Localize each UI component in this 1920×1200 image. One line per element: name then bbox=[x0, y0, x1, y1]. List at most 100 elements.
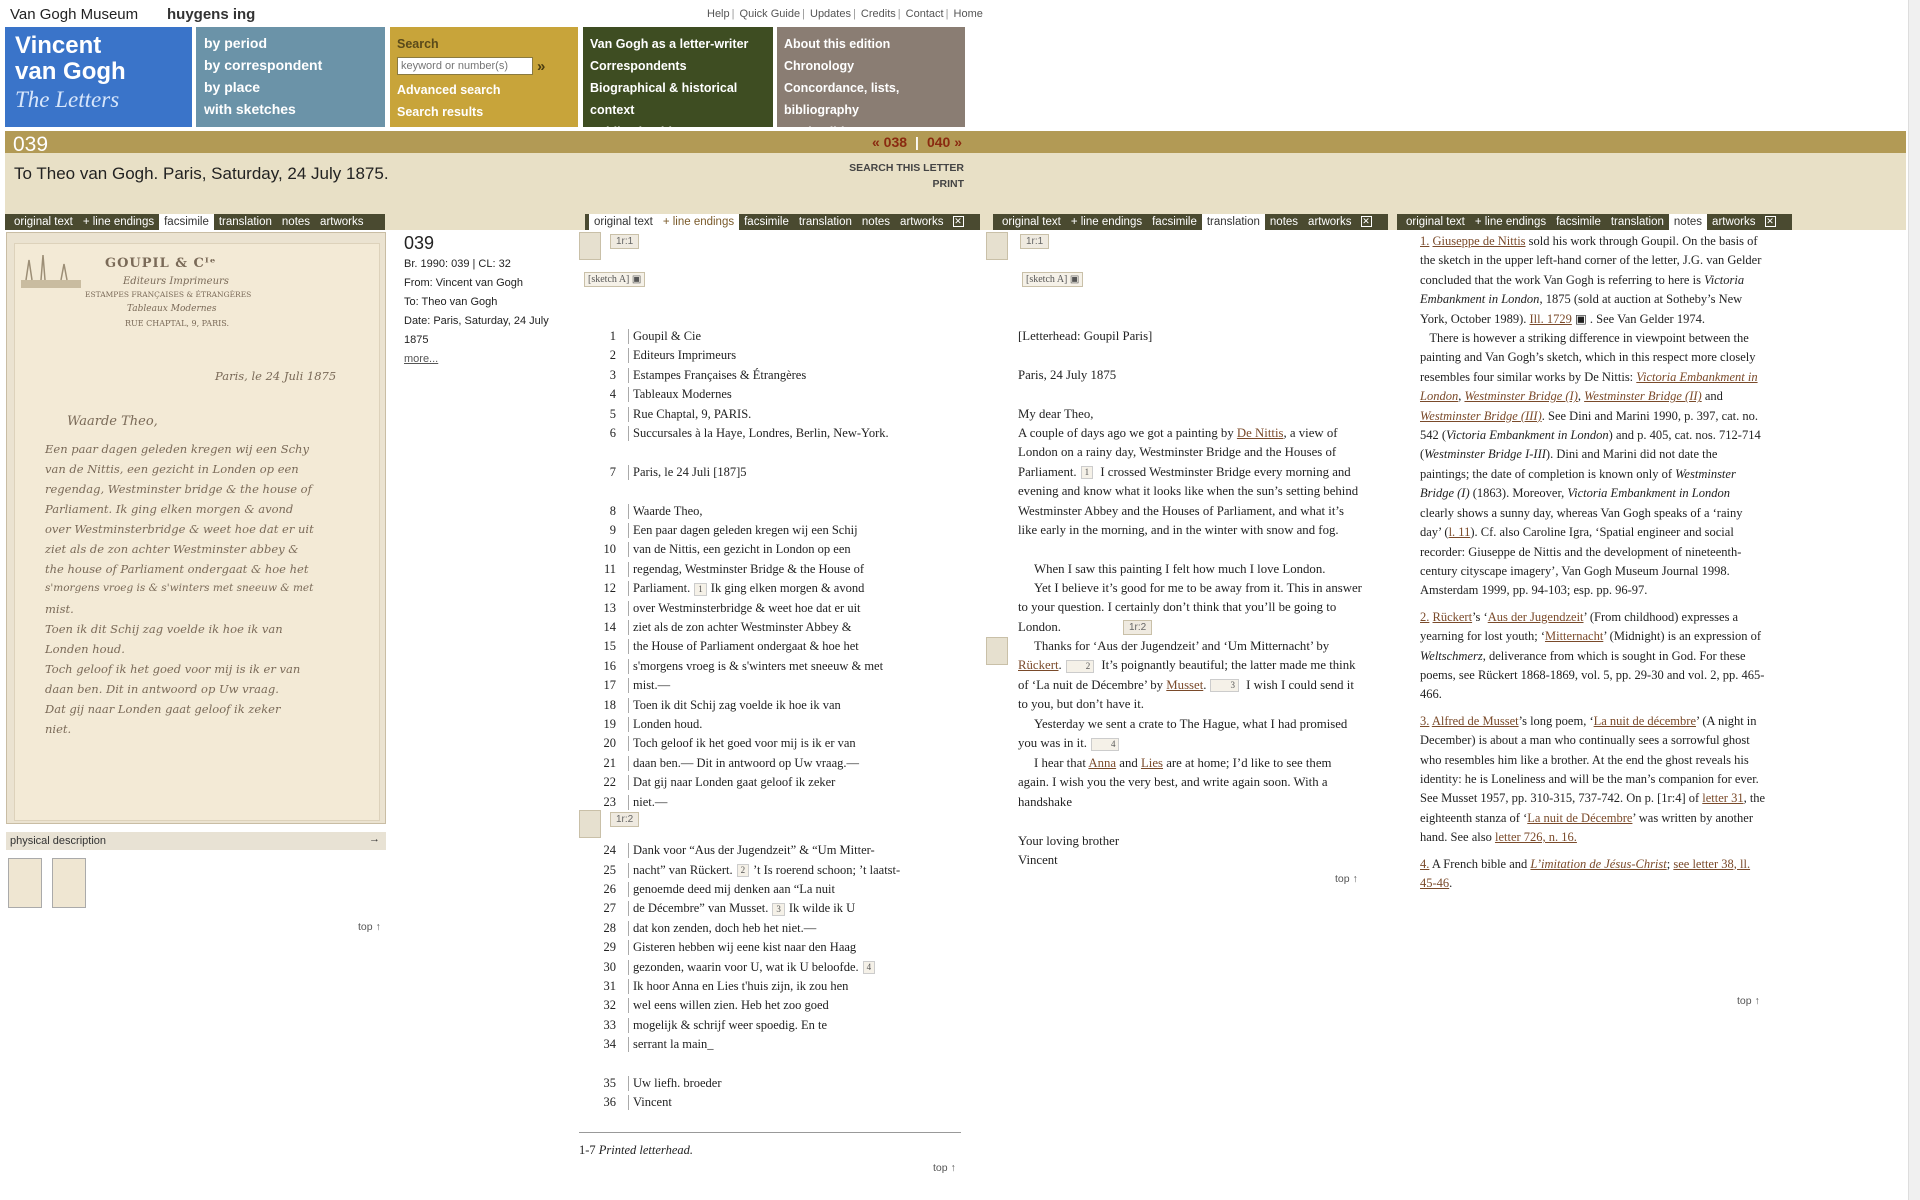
link-updates[interactable]: Updates bbox=[810, 8, 851, 20]
about-chronology[interactable]: Chronology bbox=[784, 55, 958, 77]
tab-original-text[interactable]: original text bbox=[589, 214, 658, 230]
link-lies[interactable]: Lies bbox=[1141, 756, 1163, 770]
search-this-letter-link[interactable]: SEARCH THIS LETTER bbox=[780, 160, 964, 176]
prev-letter-link[interactable]: « 038 bbox=[872, 134, 907, 150]
tabbar-panel-3: original text + line endings facsimile t… bbox=[993, 214, 1388, 230]
vgm-logo[interactable]: Van Gogh Museum bbox=[10, 6, 138, 23]
about-concordance[interactable]: Concordance, lists, bibliography bbox=[784, 77, 958, 121]
tab-line-endings[interactable]: + line endings bbox=[1470, 214, 1551, 230]
link-quick-guide[interactable]: Quick Guide bbox=[740, 8, 801, 20]
close-panel-icon[interactable]: ✕ bbox=[1360, 216, 1372, 227]
search-go-icon[interactable]: » bbox=[537, 58, 545, 75]
browse-with-sketches[interactable]: with sketches bbox=[204, 98, 377, 120]
scrollbar[interactable] bbox=[1908, 0, 1920, 1200]
next-letter-link[interactable]: 040 » bbox=[927, 134, 962, 150]
tab-facsimile[interactable]: facsimile bbox=[1147, 214, 1202, 230]
note-ref[interactable]: 2 bbox=[736, 864, 750, 878]
tab-translation[interactable]: translation bbox=[1201, 214, 1265, 230]
meta-more-link[interactable]: more... bbox=[404, 353, 438, 365]
tab-line-endings[interactable]: + line endings bbox=[78, 214, 159, 230]
page-image-icon[interactable] bbox=[579, 810, 601, 838]
tab-original-text[interactable]: original text bbox=[9, 214, 78, 230]
tab-artworks[interactable]: artworks bbox=[315, 214, 368, 230]
browse-by-place[interactable]: by place bbox=[204, 76, 377, 98]
page-thumbnail[interactable] bbox=[52, 858, 86, 908]
note-ref[interactable]: 1 bbox=[1080, 466, 1094, 480]
letterhead-sketch-icon bbox=[21, 254, 81, 288]
fax-line: regendag, Westminster bridge & the house… bbox=[45, 482, 312, 496]
note-ref[interactable]: 3 bbox=[1210, 679, 1239, 693]
tab-notes[interactable]: notes bbox=[277, 214, 315, 230]
tab-artworks[interactable]: artworks bbox=[895, 214, 948, 230]
fax-line: niet. bbox=[45, 722, 72, 736]
line-number: 14 bbox=[603, 620, 617, 634]
note-number[interactable]: 3. bbox=[1420, 714, 1429, 728]
sketch-link[interactable]: [sketch A] ▣ bbox=[584, 272, 646, 287]
tab-artworks[interactable]: artworks bbox=[1303, 214, 1356, 230]
physical-description-toggle[interactable]: physical description → bbox=[6, 832, 386, 850]
note-ref[interactable]: 4 bbox=[1090, 737, 1120, 751]
original-text-line: 31 Ik hoor Anna en Lies t'huis zijn, ik … bbox=[590, 978, 848, 998]
advanced-search-link[interactable]: Advanced search bbox=[397, 79, 571, 101]
note-number[interactable]: 1. bbox=[1420, 234, 1429, 248]
tab-facsimile[interactable]: facsimile bbox=[1551, 214, 1606, 230]
context-biographical[interactable]: Biographical & historical context bbox=[590, 77, 766, 121]
tab-original-text[interactable]: original text bbox=[997, 214, 1066, 230]
tab-notes[interactable]: notes bbox=[857, 214, 895, 230]
tab-original-text[interactable]: original text bbox=[1401, 214, 1470, 230]
tab-facsimile[interactable]: facsimile bbox=[739, 214, 794, 230]
note-number[interactable]: 4. bbox=[1420, 857, 1429, 871]
tab-notes[interactable]: notes bbox=[1265, 214, 1303, 230]
browse-by-correspondent[interactable]: by correspondent bbox=[204, 54, 377, 76]
sketch-link[interactable]: [sketch A] ▣ bbox=[1022, 272, 1084, 287]
search-results-link[interactable]: Search results bbox=[397, 101, 571, 123]
link-contact[interactable]: Contact bbox=[906, 8, 944, 20]
tab-line-endings[interactable]: + line endings bbox=[657, 214, 740, 230]
close-panel-icon[interactable]: ✕ bbox=[1764, 216, 1776, 227]
link-de-nittis[interactable]: De Nittis bbox=[1237, 426, 1284, 440]
page-image-icon[interactable] bbox=[579, 232, 601, 260]
link-anna[interactable]: Anna bbox=[1088, 756, 1116, 770]
line-text: Toch geloof ik het goed voor mij is ik e… bbox=[628, 736, 856, 752]
top-link[interactable]: top ↑ bbox=[358, 921, 381, 933]
note-ref[interactable]: 1 bbox=[694, 582, 707, 596]
tab-facsimile[interactable]: facsimile bbox=[159, 214, 214, 230]
link-help[interactable]: Help bbox=[707, 8, 730, 20]
line-number: 16 bbox=[603, 658, 617, 673]
search-input[interactable] bbox=[397, 57, 533, 75]
link-home[interactable]: Home bbox=[954, 8, 983, 20]
tab-notes[interactable]: notes bbox=[1668, 214, 1708, 230]
about-edition[interactable]: About this edition bbox=[784, 33, 958, 55]
tab-translation[interactable]: translation bbox=[794, 214, 857, 230]
note-ref[interactable]: 2 bbox=[1065, 659, 1095, 673]
top-link[interactable]: top ↑ bbox=[933, 1162, 956, 1174]
page-thumbnail[interactable] bbox=[8, 858, 42, 908]
browse-by-period[interactable]: by period bbox=[204, 32, 377, 54]
note-ref[interactable]: 4 bbox=[862, 961, 876, 975]
note-ref[interactable]: 3 bbox=[772, 902, 785, 916]
line-text: wel eens willen zien. Heb het zoo goed bbox=[628, 998, 829, 1014]
note-number[interactable]: 2. bbox=[1420, 610, 1429, 624]
huygens-logo[interactable]: huygens ing bbox=[167, 6, 255, 23]
site-logo-tile[interactable]: Vincent van Gogh The Letters bbox=[5, 27, 192, 127]
print-link[interactable]: PRINT bbox=[780, 176, 965, 192]
top-link[interactable]: top ↑ bbox=[1335, 873, 1358, 885]
letter-navigation: « 038 | 040 » bbox=[872, 134, 963, 150]
tab-line-endings[interactable]: + line endings bbox=[1066, 214, 1147, 230]
tab-translation[interactable]: translation bbox=[214, 214, 277, 230]
page-image-icon[interactable] bbox=[986, 232, 1008, 260]
facsimile-viewer[interactable]: GOUPIL & Cᴵᵉ Editeurs Imprimeurs ESTAMPE… bbox=[6, 232, 386, 824]
tab-translation[interactable]: translation bbox=[1606, 214, 1669, 230]
context-correspondents[interactable]: Correspondents bbox=[590, 55, 766, 77]
link-credits[interactable]: Credits bbox=[861, 8, 896, 20]
context-letter-writer[interactable]: Van Gogh as a letter-writer bbox=[590, 33, 766, 55]
tab-artworks[interactable]: artworks bbox=[1707, 214, 1760, 230]
link-ruckert[interactable]: Rückert bbox=[1018, 658, 1059, 672]
fax-line: Londen houd. bbox=[45, 642, 125, 656]
letter-facsimile-image[interactable]: GOUPIL & Cᴵᵉ Editeurs Imprimeurs ESTAMPE… bbox=[14, 243, 380, 821]
close-panel-icon[interactable]: ✕ bbox=[952, 216, 964, 227]
page-image-icon[interactable] bbox=[986, 637, 1008, 665]
meta-to: To: Theo van Gogh bbox=[404, 296, 498, 308]
top-link[interactable]: top ↑ bbox=[1737, 995, 1760, 1007]
link-musset[interactable]: Musset bbox=[1166, 678, 1203, 692]
